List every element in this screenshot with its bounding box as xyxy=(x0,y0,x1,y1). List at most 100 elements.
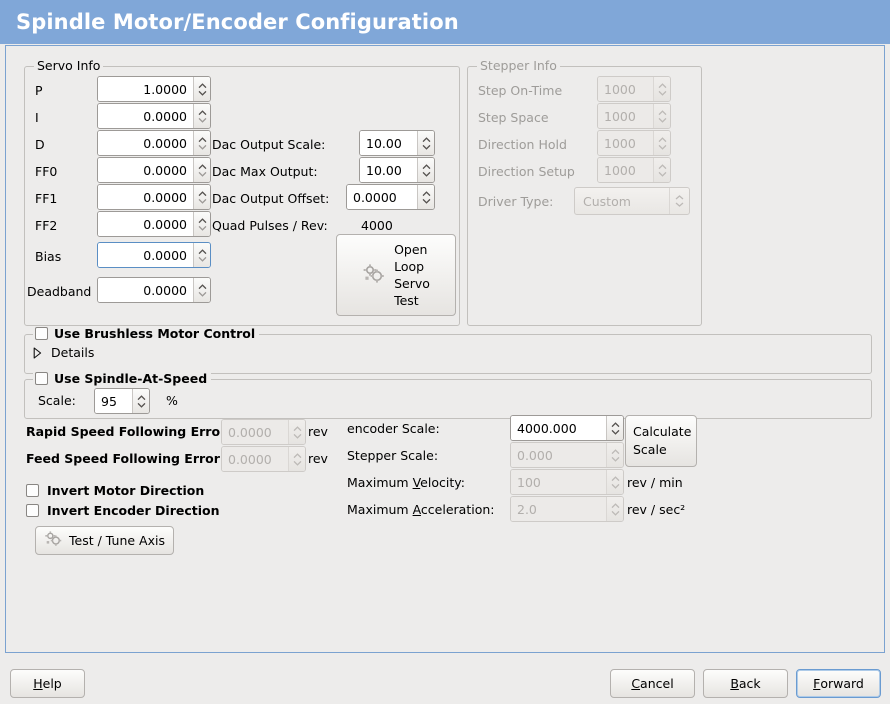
spindle-at-speed-checkbox-row[interactable]: Use Spindle-At-Speed xyxy=(33,371,211,386)
gears-icon xyxy=(362,263,386,288)
calculate-scale-line-1: Calculate xyxy=(633,423,691,441)
servo-spin-d[interactable]: 0.0000 xyxy=(97,130,211,156)
servo-spin-ff2-arrows[interactable] xyxy=(193,212,210,236)
back-button[interactable]: Back xyxy=(703,669,788,698)
brushless-details-label: Details xyxy=(51,345,94,360)
servo-spin-bias-arrows[interactable] xyxy=(193,243,210,267)
maximum-acceleration-arrows xyxy=(606,497,623,521)
servo-spin-ff1[interactable]: 0.0000 xyxy=(97,184,211,210)
servo-spin-deadband-value: 0.0000 xyxy=(98,278,193,302)
servo-spin-d-arrows[interactable] xyxy=(193,131,210,155)
feed-speed-following-error-label: Feed Speed Following Error: xyxy=(26,451,225,467)
invert-motor-direction-checkbox[interactable] xyxy=(26,484,39,497)
servo-spin-ff2[interactable]: 0.0000 xyxy=(97,211,211,237)
help-button[interactable]: Help xyxy=(10,669,85,698)
maximum-velocity-spin: 100 xyxy=(510,469,624,495)
servo-spin-ff0-value: 0.0000 xyxy=(98,158,193,182)
servo-spin-p[interactable]: 1.0000 xyxy=(97,76,211,102)
dac-output-offset-label: Dac Output Offset: xyxy=(212,191,329,207)
brushless-details-expander[interactable]: Details xyxy=(33,345,94,360)
encoder-scale-arrows[interactable] xyxy=(606,416,623,440)
direction-hold-arrows xyxy=(653,131,670,155)
servo-spin-i-arrows[interactable] xyxy=(193,104,210,128)
cancel-button[interactable]: Cancel xyxy=(610,669,695,698)
quad-pulses-label: Quad Pulses / Rev: xyxy=(212,218,328,234)
dac-max-output-label: Dac Max Output: xyxy=(212,164,318,180)
maximum-velocity-arrows xyxy=(606,470,623,494)
servo-spin-deadband-arrows[interactable] xyxy=(193,278,210,302)
test-tune-axis-label: Test / Tune Axis xyxy=(69,533,165,548)
help-button-mnemonic: H xyxy=(33,676,42,691)
cancel-button-label: ancel xyxy=(640,676,674,691)
servo-label-ff2: FF2 xyxy=(35,218,57,234)
feed-speed-arrows xyxy=(288,447,305,471)
open-loop-line-3: Servo xyxy=(394,275,430,292)
servo-label-p: P xyxy=(35,83,43,99)
servo-spin-i[interactable]: 0.0000 xyxy=(97,103,211,129)
maximum-acceleration-mnemonic: A xyxy=(413,502,421,517)
invert-motor-direction-row[interactable]: Invert Motor Direction xyxy=(26,483,204,498)
open-loop-servo-test-button[interactable]: Open Loop Servo Test xyxy=(336,234,456,316)
dac-output-offset-arrows[interactable] xyxy=(417,185,434,209)
direction-setup-label: Direction Setup xyxy=(478,164,575,180)
servo-spin-bias[interactable]: 0.0000 xyxy=(97,242,211,268)
brushless-motor-checkbox-row[interactable]: Use Brushless Motor Control xyxy=(33,326,259,341)
servo-spin-p-arrows[interactable] xyxy=(193,77,210,101)
dac-output-scale-spin[interactable]: 10.00 xyxy=(359,130,435,156)
encoder-scale-spin[interactable]: 4000.000 xyxy=(510,415,624,441)
direction-hold-label: Direction Hold xyxy=(478,137,567,153)
calculate-scale-button[interactable]: Calculate Scale xyxy=(625,415,697,467)
test-tune-axis-button[interactable]: Test / Tune Axis xyxy=(35,526,174,555)
dac-max-output-arrows[interactable] xyxy=(417,158,434,182)
dac-output-scale-value: 10.00 xyxy=(360,131,417,155)
spindle-scale-spin[interactable]: 95 xyxy=(94,388,150,414)
brushless-motor-frame: Use Brushless Motor Control xyxy=(24,334,872,374)
servo-label-deadband: Deadband xyxy=(27,284,91,300)
step-space-label: Step Space xyxy=(478,110,549,126)
servo-spin-deadband[interactable]: 0.0000 xyxy=(97,277,211,303)
spindle-at-speed-checkbox[interactable] xyxy=(35,372,48,385)
back-button-mnemonic: B xyxy=(730,676,739,691)
rapid-speed-following-error-label: Rapid Speed Following Error: xyxy=(26,424,231,440)
dac-output-offset-spin[interactable]: 0.0000 xyxy=(346,184,435,210)
spindle-scale-value: 95 xyxy=(95,389,132,413)
servo-spin-ff0-arrows[interactable] xyxy=(193,158,210,182)
direction-setup-arrows xyxy=(653,158,670,182)
servo-spin-ff0[interactable]: 0.0000 xyxy=(97,157,211,183)
maximum-acceleration-spin: 2.0 xyxy=(510,496,624,522)
invert-encoder-direction-row[interactable]: Invert Encoder Direction xyxy=(26,503,220,518)
step-on-time-value: 1000 xyxy=(598,77,653,101)
driver-type-value: Custom xyxy=(583,194,631,209)
scale-label: Scale: xyxy=(38,393,76,409)
rapid-speed-following-error-spin: 0.0000 xyxy=(221,419,306,445)
maximum-velocity-unit: rev / min xyxy=(627,475,683,491)
feed-speed-following-error-value: 0.0000 xyxy=(222,447,288,471)
calculate-scale-line-2: Scale xyxy=(633,441,667,459)
servo-label-bias: Bias xyxy=(35,249,61,265)
invert-encoder-direction-checkbox[interactable] xyxy=(26,504,39,517)
rapid-speed-following-error-value: 0.0000 xyxy=(222,420,288,444)
stepper-scale-arrows xyxy=(606,443,623,467)
servo-label-i: I xyxy=(35,110,39,126)
help-button-label: elp xyxy=(43,676,62,691)
direction-hold-spin: 1000 xyxy=(597,130,671,156)
stepper-info-legend: Stepper Info xyxy=(477,59,560,72)
servo-label-d: D xyxy=(35,137,45,153)
dac-output-scale-arrows[interactable] xyxy=(417,131,434,155)
dialog-action-bar: Help Cancel Back Forward xyxy=(0,655,890,704)
maximum-velocity-label-post: elocity: xyxy=(420,475,465,490)
dac-max-output-value: 10.00 xyxy=(360,158,417,182)
open-loop-line-2: Loop xyxy=(394,258,424,275)
gears-icon xyxy=(44,530,63,551)
spindle-scale-arrows[interactable] xyxy=(132,389,149,413)
step-space-spin: 1000 xyxy=(597,103,671,129)
servo-label-ff1: FF1 xyxy=(35,191,57,207)
forward-button[interactable]: Forward xyxy=(796,669,881,698)
step-space-value: 1000 xyxy=(598,104,653,128)
brushless-motor-checkbox[interactable] xyxy=(35,327,48,340)
dac-max-output-spin[interactable]: 10.00 xyxy=(359,157,435,183)
forward-button-mnemonic: F xyxy=(813,676,820,691)
rapid-speed-unit: rev xyxy=(308,424,328,440)
open-loop-servo-test-label: Open Loop Servo Test xyxy=(394,241,430,309)
servo-spin-ff1-arrows[interactable] xyxy=(193,185,210,209)
